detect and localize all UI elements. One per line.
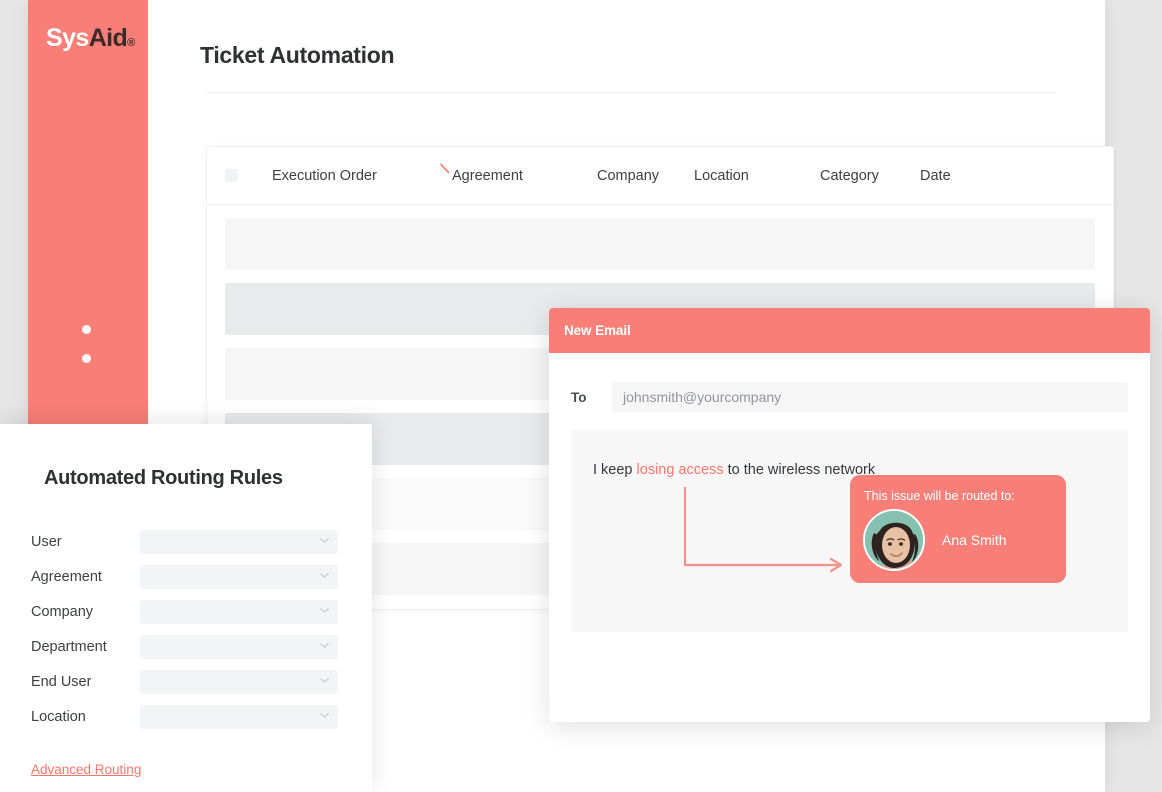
routing-select-user[interactable] (140, 529, 338, 554)
routing-arrow-icon (683, 487, 843, 573)
logo-aid-text: Aid (88, 24, 128, 52)
routed-to-card: This issue will be routed to: Ana Smith (850, 475, 1066, 583)
column-header-agreement[interactable]: Agreement (452, 168, 597, 184)
avatar-photo (865, 511, 923, 569)
chevron-down-icon (320, 677, 329, 683)
chevron-down-icon (320, 537, 329, 543)
sidebar-nav-dots (82, 325, 91, 383)
routing-field-company: Company (31, 594, 341, 629)
new-email-header: New Email (549, 308, 1150, 353)
routing-panel-title: Automated Routing Rules (44, 467, 283, 489)
chevron-down-icon (320, 642, 329, 648)
email-body-text: I keep losing access to the wireless net… (593, 462, 875, 478)
advanced-routing-link[interactable]: Advanced Routing (31, 762, 141, 777)
routing-field-department: Department (31, 629, 341, 664)
sysaid-logo[interactable]: SysAid® (46, 24, 135, 53)
sidebar-nav-dot-1[interactable] (82, 325, 91, 334)
chevron-down-icon (320, 607, 329, 613)
routing-field-label-department: Department (31, 638, 107, 655)
routing-field-label-end-user: End User (31, 673, 92, 690)
column-header-location[interactable]: Location (694, 168, 820, 184)
sort-indicator-icon (440, 163, 450, 174)
routing-select-company[interactable] (140, 599, 338, 624)
routing-select-department[interactable] (140, 634, 338, 659)
routing-field-location: Location (31, 699, 341, 734)
routed-to-label: This issue will be routed to: (864, 489, 1015, 503)
routing-field-end-user: End User (31, 664, 341, 699)
sidebar-nav-dot-2[interactable] (82, 354, 91, 363)
email-to-label: To (571, 389, 587, 405)
email-body-area[interactable]: I keep losing access to the wireless net… (571, 430, 1128, 632)
sidebar: SysAid® (28, 0, 148, 424)
automated-routing-rules-panel: Automated Routing Rules User Agreement C… (0, 424, 372, 792)
chevron-down-icon (320, 712, 329, 718)
select-all-checkbox[interactable] (225, 169, 238, 182)
column-header-company[interactable]: Company (597, 168, 694, 184)
logo-sys-text: Sys (46, 24, 89, 52)
routing-field-agreement: Agreement (31, 559, 341, 594)
routing-field-label-user: User (31, 533, 62, 550)
email-body-text-after: to the wireless network (723, 462, 876, 478)
routing-select-agreement[interactable] (140, 564, 338, 589)
routing-select-end-user[interactable] (140, 669, 338, 694)
column-header-date[interactable]: Date (920, 168, 980, 184)
routing-field-label-agreement: Agreement (31, 568, 102, 585)
title-divider (206, 92, 1056, 93)
chevron-down-icon (320, 572, 329, 578)
email-body-highlight: losing access (636, 462, 724, 478)
new-email-title: New Email (564, 323, 631, 338)
email-body-text-before: I keep (593, 462, 637, 478)
routing-select-location[interactable] (140, 704, 338, 729)
logo-trademark: ® (127, 37, 135, 49)
column-header-execution-order[interactable]: Execution Order (272, 168, 452, 184)
column-header-category[interactable]: Category (820, 168, 920, 184)
new-email-panel: New Email To johnsmith@yourcompany I kee… (549, 308, 1150, 722)
routed-to-name: Ana Smith (942, 532, 1007, 548)
email-to-row: To johnsmith@yourcompany (571, 382, 1128, 412)
routing-field-label-location: Location (31, 708, 86, 725)
routing-field-user: User (31, 524, 341, 559)
routing-fields-list: User Agreement Company Department End Us (31, 524, 341, 734)
routing-field-label-company: Company (31, 603, 94, 620)
table-row[interactable] (225, 218, 1095, 270)
page-title: Ticket Automation (200, 42, 395, 68)
email-to-input[interactable]: johnsmith@yourcompany (612, 382, 1128, 412)
table-header-row: Execution Order Agreement Company Locati… (207, 147, 1113, 205)
avatar (863, 509, 925, 571)
